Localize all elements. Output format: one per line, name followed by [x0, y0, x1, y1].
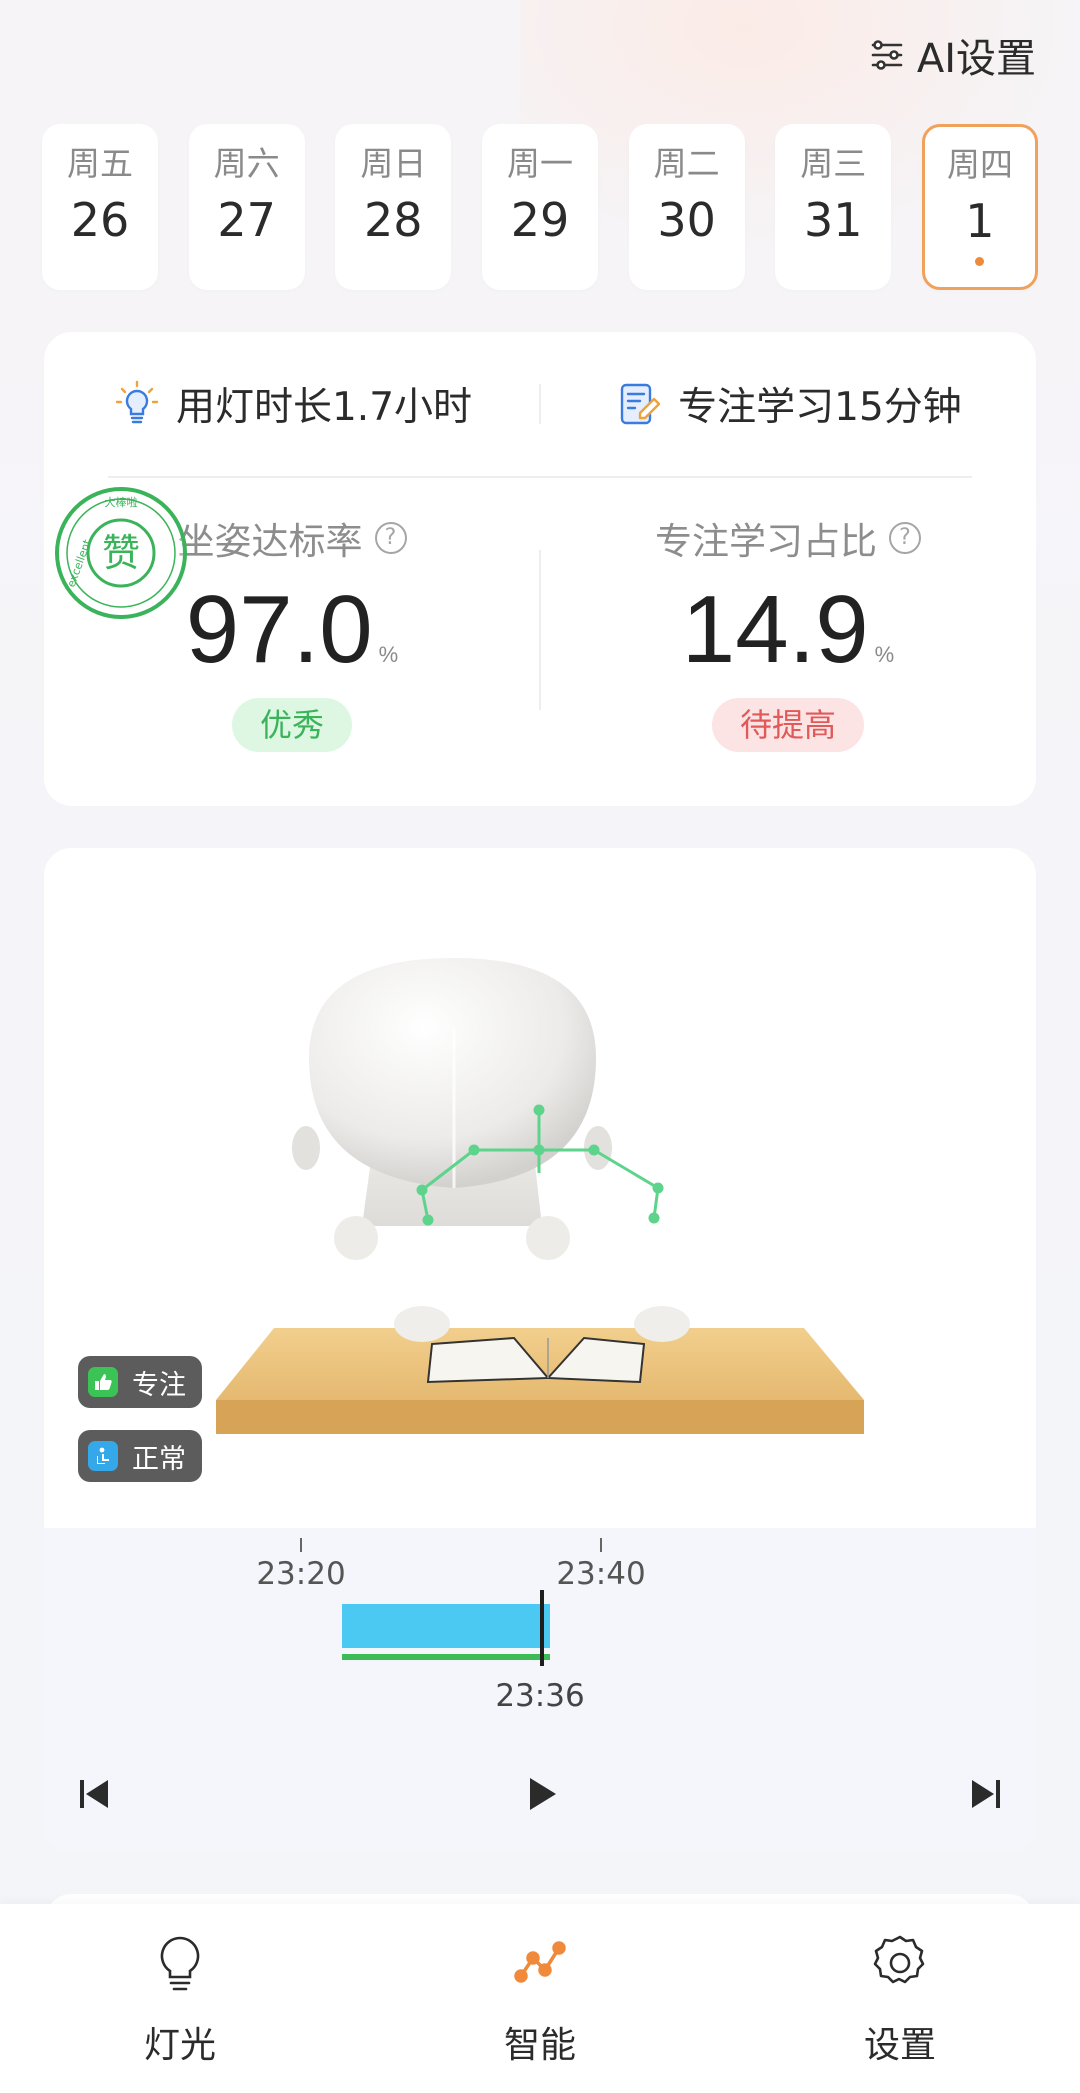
tab-smart[interactable]: 智能	[390, 1904, 690, 2068]
gear-icon	[873, 1935, 925, 1984]
timeline-tick-label: 23:20	[256, 1556, 346, 1592]
timeline[interactable]: 23:20 23:40 23:36	[44, 1528, 1036, 1852]
focus-status-chip: 专注	[78, 1356, 202, 1408]
posture-status-chip: 正常	[78, 1430, 202, 1482]
lamp-usage-text: 用灯时长1.7小时	[175, 385, 473, 430]
thumbs-up-icon	[88, 1367, 118, 1397]
focus-ratio-badge: 待提高	[711, 698, 864, 752]
date-day: 26	[70, 193, 130, 247]
help-icon[interactable]: ?	[889, 522, 921, 554]
ai-settings-button[interactable]: AI设置	[869, 26, 1036, 84]
seated-person-icon	[88, 1441, 118, 1471]
date-weekday: 周三	[800, 144, 867, 183]
posture-segment-bar	[342, 1654, 550, 1660]
date-cell[interactable]: 周二 30	[628, 124, 745, 290]
date-day: 30	[657, 193, 716, 247]
date-day: 31	[804, 193, 863, 247]
focus-ratio-label: 专注学习占比	[655, 520, 877, 563]
help-icon[interactable]: ?	[374, 522, 407, 554]
daily-summary-card: 用灯时长1.7小时 专注学习15分钟 坐姿达标率 ? 97.0% 优秀 专注学习…	[44, 332, 1036, 806]
focus-ratio-value: 14.9	[681, 576, 869, 683]
focus-segment-bar	[342, 1604, 550, 1648]
date-cell[interactable]: 周六 27	[188, 124, 305, 290]
timeline-tick	[300, 1538, 302, 1552]
ai-settings-label: AI设置	[916, 36, 1036, 82]
focus-study: 专注学习15分钟	[540, 376, 1036, 432]
focus-ratio-unit: %	[874, 642, 895, 667]
bottom-tab-bar: 灯光 智能 设置	[0, 1904, 1080, 2093]
posture-badge: 优秀	[231, 698, 352, 752]
previous-icon[interactable]	[74, 1772, 118, 1816]
divider	[539, 384, 541, 424]
date-weekday: 周四	[946, 145, 1013, 184]
date-weekday: 周日	[360, 144, 427, 183]
next-icon[interactable]	[962, 1772, 1006, 1816]
date-selector: 周五 26 周六 27 周日 28 周一 29 周二 30 周三 31 周四 1	[42, 124, 1038, 290]
posture-replay-card: 专注 正常 23:20 23:40 23:36	[44, 848, 1036, 1852]
praise-stamp: 赞 大棒啦 excellent	[55, 487, 187, 619]
date-cell[interactable]: 周日 28	[335, 124, 452, 290]
focus-study-text: 专注学习15分钟	[678, 385, 962, 430]
date-cell-selected[interactable]: 周四 1	[921, 124, 1038, 290]
date-day: 27	[217, 193, 276, 247]
notebook-pen-icon	[620, 383, 661, 425]
bulb-icon	[160, 1936, 200, 1991]
tab-smart-label: 智能	[503, 2025, 576, 2066]
smart-chart-icon	[514, 1941, 566, 1983]
timeline-tick-label: 23:40	[556, 1556, 646, 1592]
tab-light[interactable]: 灯光	[30, 1904, 330, 2068]
date-cell[interactable]: 周三 31	[775, 124, 892, 290]
lamp-usage: 用灯时长1.7小时	[44, 376, 540, 432]
focus-ratio-metric: 专注学习占比 ? 14.9% 待提高	[540, 510, 1036, 752]
focus-ratio-label-row: 专注学习占比 ?	[540, 510, 1036, 566]
date-day: 28	[364, 193, 423, 247]
posture-value: 97.0	[185, 576, 373, 683]
date-day: 29	[510, 193, 570, 247]
date-weekday: 周六	[213, 144, 280, 183]
play-icon[interactable]	[520, 1772, 564, 1816]
focus-status-text: 专注	[132, 1369, 186, 1401]
today-dot	[975, 257, 985, 266]
lightbulb-icon	[115, 380, 159, 424]
sliders-icon	[871, 40, 903, 70]
playhead-time: 23:36	[495, 1678, 585, 1714]
tab-light-label: 灯光	[143, 2025, 216, 2066]
tab-settings[interactable]: 设置	[750, 1904, 1050, 2068]
date-weekday: 周一	[506, 144, 573, 183]
posture-label: 坐姿达标率	[177, 520, 363, 563]
playhead[interactable]	[540, 1590, 544, 1666]
study-figure-illustration	[216, 958, 864, 1434]
date-day: 1	[965, 194, 995, 248]
date-weekday: 周二	[653, 144, 720, 183]
timeline-tick	[600, 1538, 602, 1552]
posture-scene	[44, 848, 1036, 1528]
focus-ratio-value-row: 14.9%	[540, 576, 1036, 684]
posture-unit: %	[378, 642, 399, 667]
posture-status-text: 正常	[132, 1443, 186, 1475]
date-cell[interactable]: 周一 29	[481, 124, 598, 290]
stamp-char: 赞	[102, 531, 140, 575]
divider	[108, 476, 972, 478]
date-weekday: 周五	[67, 144, 133, 183]
stamp-ring-text-top: 大棒啦	[105, 495, 138, 509]
date-cell[interactable]: 周五 26	[42, 124, 158, 290]
tab-settings-label: 设置	[863, 2025, 936, 2066]
